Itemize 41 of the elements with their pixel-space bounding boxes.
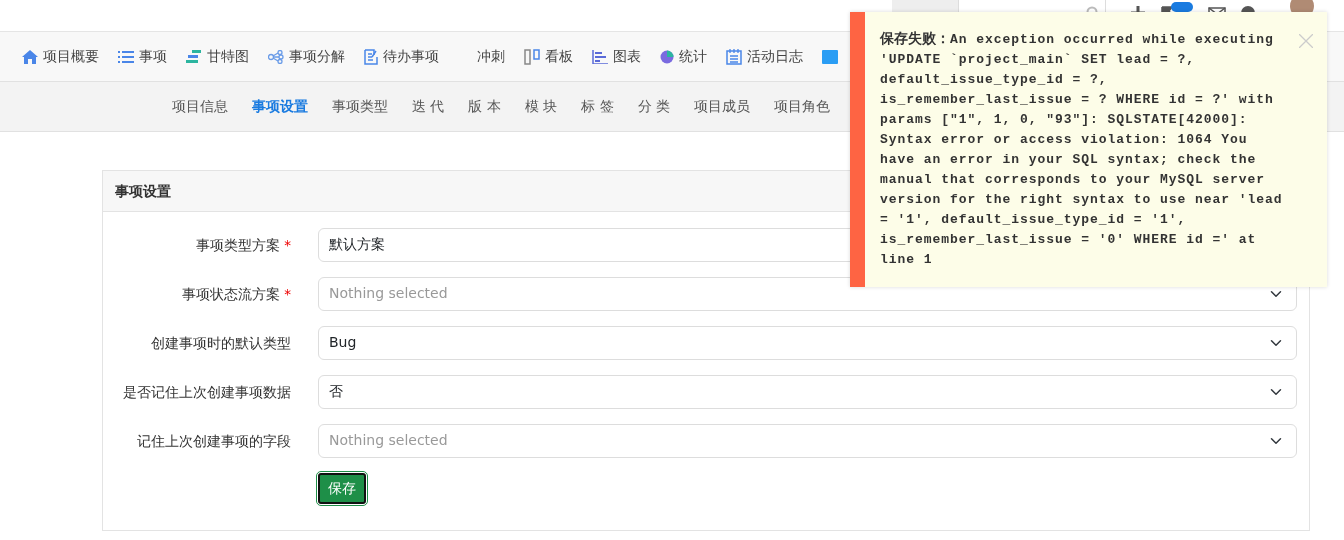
nav-link[interactable]: 图表 — [592, 46, 641, 67]
notepad-icon[interactable] — [364, 48, 378, 65]
nav-link[interactable]: 项目概要 — [22, 46, 99, 67]
home-icon[interactable] — [22, 49, 38, 64]
board-icon[interactable] — [524, 48, 540, 65]
select-field[interactable]: 否 — [318, 375, 1297, 409]
list-icon[interactable] — [118, 49, 134, 64]
tab[interactable]: 项目角色 — [774, 96, 831, 117]
nav-link[interactable]: 冲刺 — [477, 46, 505, 67]
required-mark: * — [284, 285, 291, 302]
field-label: 是否记住上次创建事项数据 — [123, 383, 291, 400]
nav-link[interactable]: 看板 — [524, 46, 573, 67]
nav-link[interactable]: 事项 — [118, 46, 167, 67]
tab[interactable]: 标 签 — [581, 96, 614, 117]
nav-link[interactable]: 待办事项 — [364, 46, 439, 67]
tab[interactable]: 事项设置 — [252, 96, 308, 117]
select-field[interactable]: Bug — [318, 326, 1297, 360]
app-icon[interactable] — [822, 49, 838, 64]
field-label: 记住上次创建事项的字段 — [137, 432, 291, 449]
tab[interactable]: 迭 代 — [412, 96, 445, 117]
nav-link[interactable]: 活动日志 — [726, 46, 803, 67]
nav-link[interactable]: 统计 — [660, 46, 707, 67]
nav-link[interactable]: 甘特图 — [186, 46, 249, 67]
tab[interactable]: 版 本 — [468, 96, 501, 117]
pie-chart-icon[interactable] — [660, 49, 674, 64]
tab[interactable]: 项目信息 — [172, 96, 228, 117]
gantt-icon[interactable] — [186, 49, 202, 64]
required-mark: * — [284, 236, 291, 253]
save-button[interactable]: 保存 — [318, 473, 366, 504]
nav-link[interactable]: 事项分解 — [268, 46, 345, 67]
calendar-icon[interactable] — [726, 48, 742, 65]
tab[interactable]: 项目成员 — [694, 96, 751, 117]
tab[interactable]: 事项类型 — [332, 96, 388, 117]
field-label: 创建事项时的默认类型 — [151, 334, 291, 351]
nodes-icon[interactable] — [268, 49, 284, 64]
tab[interactable]: 模 块 — [524, 96, 558, 117]
field-label: 事项状态流方案 — [182, 285, 281, 302]
bar-chart-icon[interactable] — [592, 49, 608, 64]
tab[interactable]: 分 类 — [637, 96, 671, 117]
notification-badge — [1171, 2, 1193, 12]
field-label: 事项类型方案 — [196, 236, 281, 253]
